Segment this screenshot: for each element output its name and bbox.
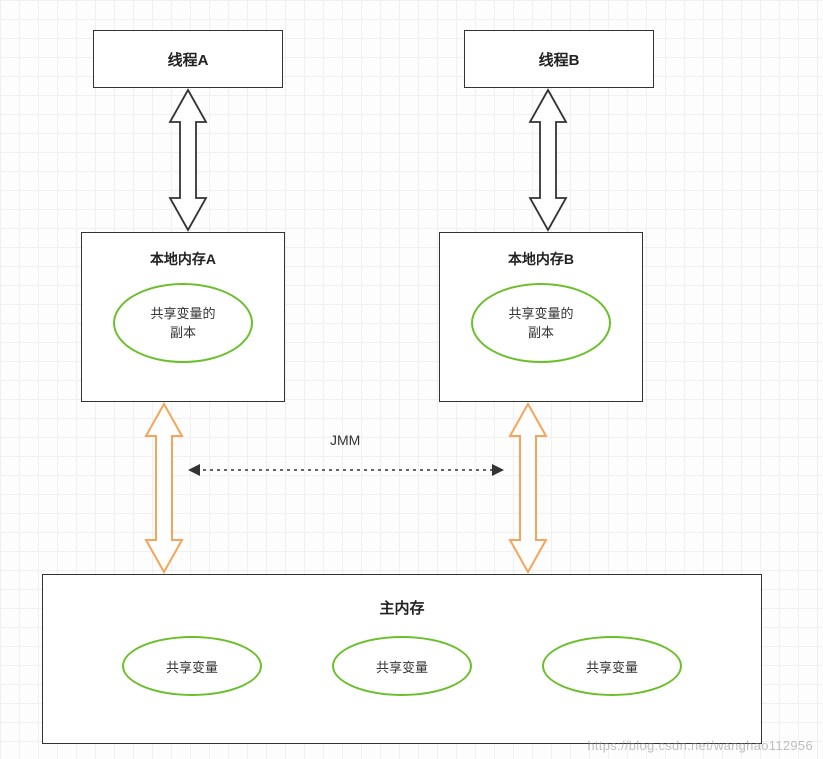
arrow-local-a-main [134, 402, 194, 574]
shared-var-3-ellipse: 共享变量 [542, 636, 682, 696]
local-mem-a-ellipse-line2: 副本 [150, 323, 215, 343]
thread-a-title: 线程A [168, 49, 209, 70]
main-mem-title: 主内存 [379, 597, 424, 618]
main-mem-ellipse-row: 共享变量 共享变量 共享变量 [122, 636, 682, 696]
thread-a-box: 线程A [93, 30, 283, 88]
shared-var-3-label: 共享变量 [586, 657, 638, 676]
shared-var-2-label: 共享变量 [376, 657, 428, 676]
arrow-thread-a-local-a [158, 88, 218, 232]
jmm-label: JMM [330, 432, 360, 448]
arrow-local-b-main [498, 402, 558, 574]
local-mem-a-title: 本地内存A [150, 249, 216, 269]
shared-var-2-ellipse: 共享变量 [332, 636, 472, 696]
shared-var-1-label: 共享变量 [166, 657, 218, 676]
jmm-dotted-arrow [186, 460, 506, 480]
local-mem-b-ellipse-line2: 副本 [508, 323, 573, 343]
local-mem-b-ellipse-line1: 共享变量的 [508, 304, 573, 324]
thread-b-box: 线程B [464, 30, 654, 88]
local-mem-b-box: 本地内存B 共享变量的 副本 [439, 232, 643, 402]
thread-b-title: 线程B [539, 49, 580, 70]
shared-var-1-ellipse: 共享变量 [122, 636, 262, 696]
arrow-thread-b-local-b [518, 88, 578, 232]
main-mem-box: 主内存 共享变量 共享变量 共享变量 [42, 574, 762, 744]
local-mem-b-ellipse: 共享变量的 副本 [471, 283, 611, 363]
local-mem-b-title: 本地内存B [508, 249, 574, 269]
local-mem-a-box: 本地内存A 共享变量的 副本 [81, 232, 285, 402]
local-mem-a-ellipse-line1: 共享变量的 [150, 304, 215, 324]
local-mem-a-ellipse: 共享变量的 副本 [113, 283, 253, 363]
watermark: https://blog.csdn.net/wanghao112956 [587, 738, 813, 753]
